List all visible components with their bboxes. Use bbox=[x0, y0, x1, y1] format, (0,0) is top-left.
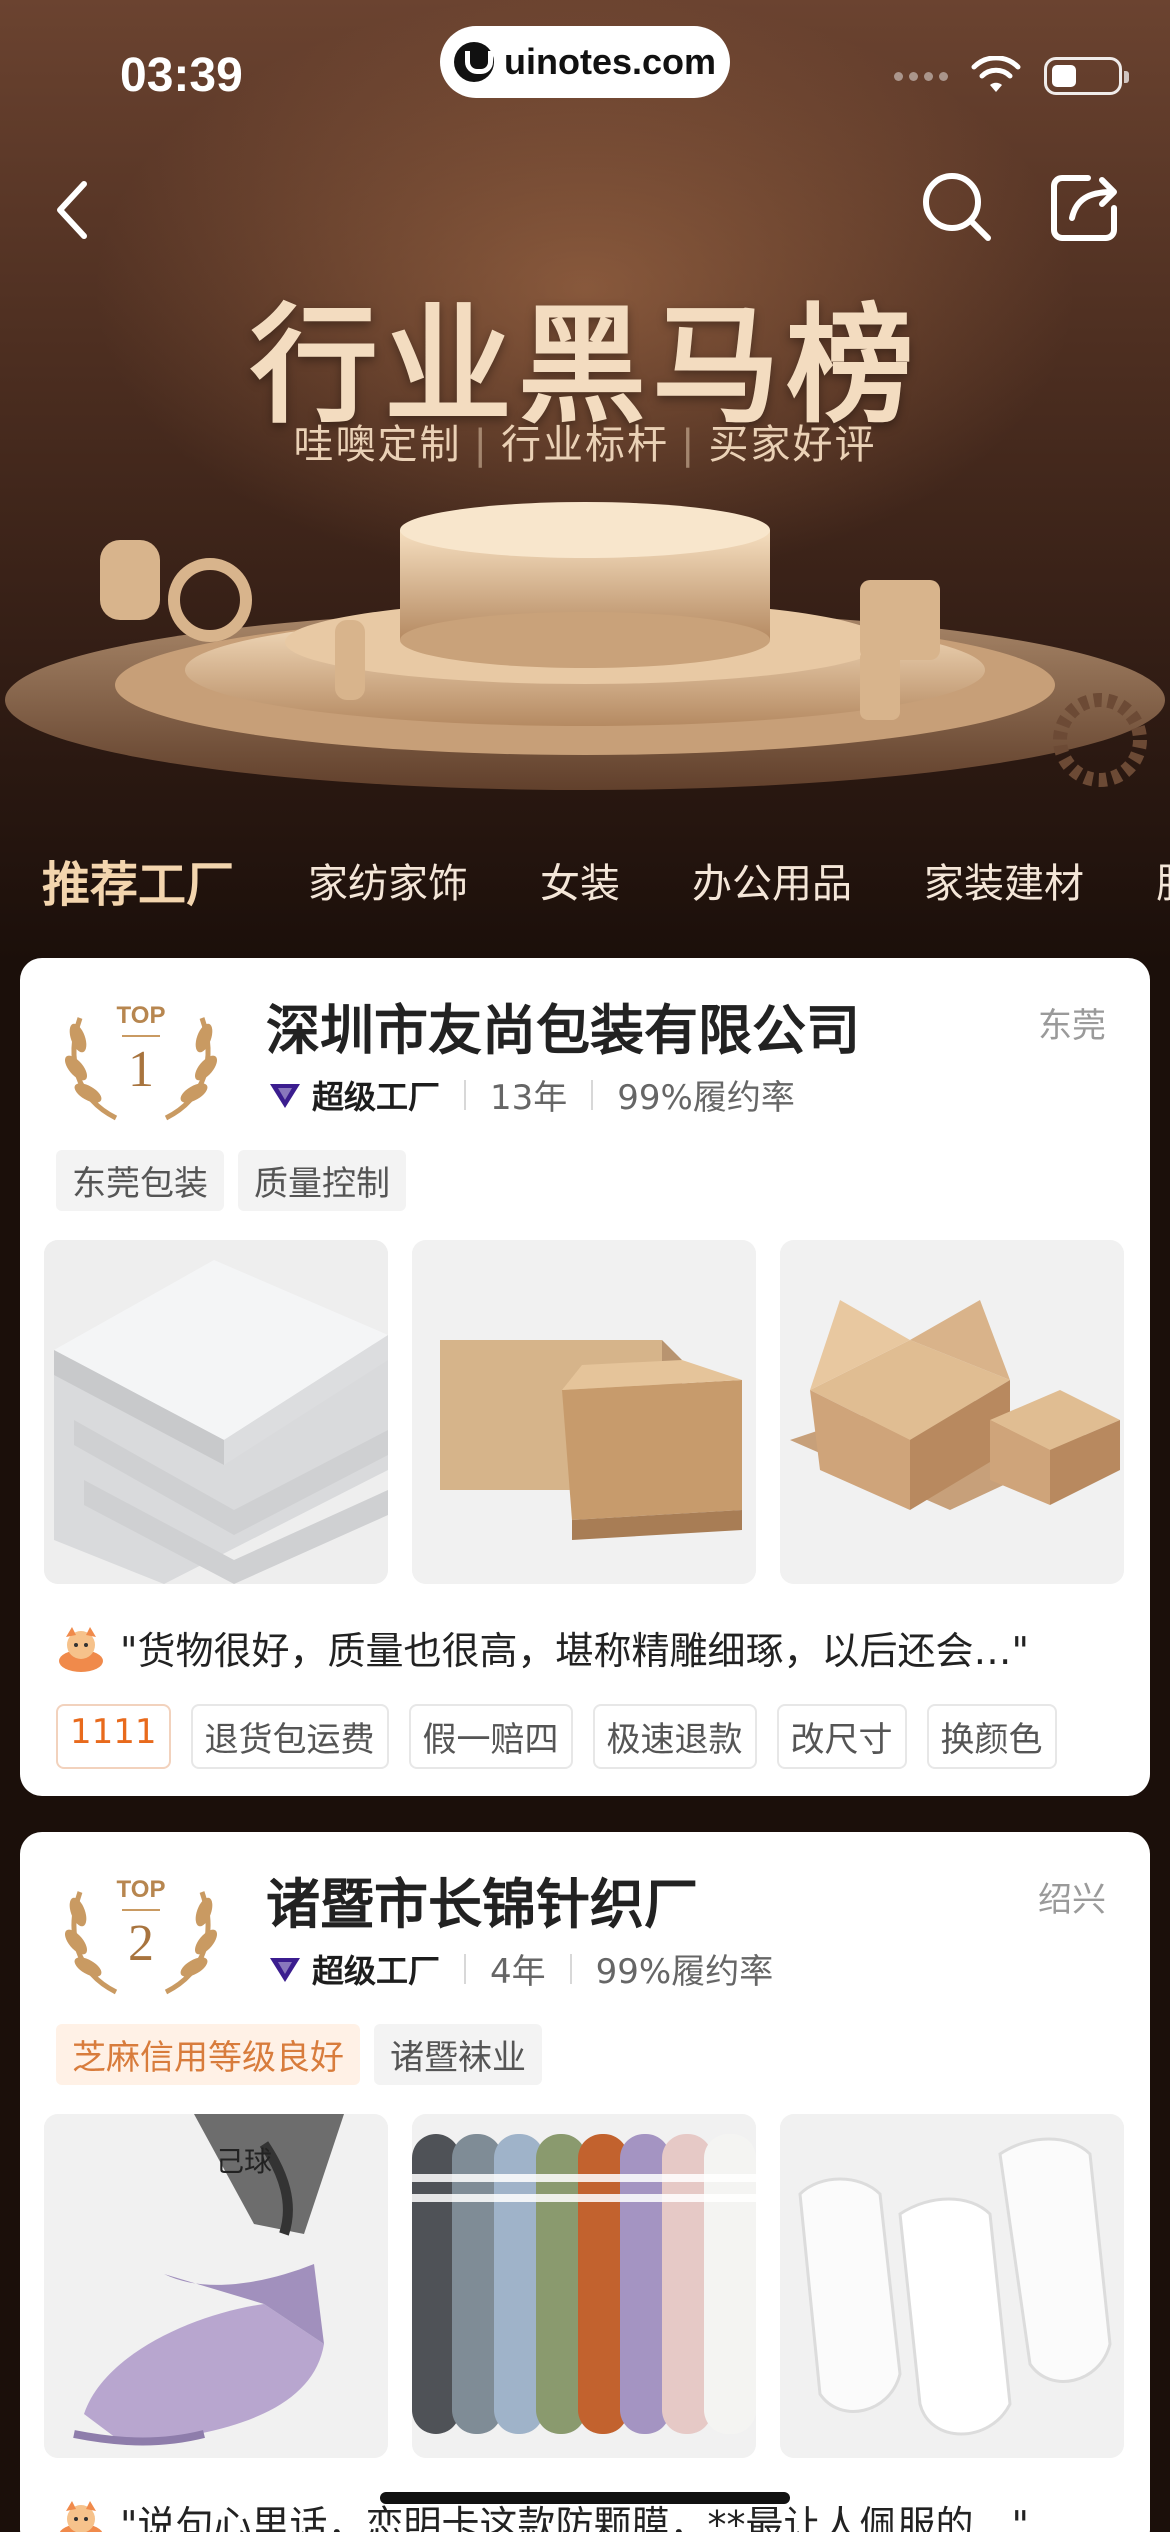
watermark-text: uinotes.com bbox=[503, 41, 717, 82]
battery-icon bbox=[1044, 57, 1129, 95]
category-tabs: 推荐工厂 家纺家饰 女装 办公用品 家装建材 肥 bbox=[0, 820, 1170, 940]
service-tag: 极速退款 bbox=[592, 1704, 757, 1769]
company-meta: 超级工厂 4年 99%履约率 bbox=[266, 1944, 773, 1993]
rank-top-label: TOP bbox=[116, 1876, 166, 1903]
status-time: 03:39 bbox=[120, 49, 243, 102]
super-factory-label: 超级工厂 bbox=[312, 1951, 441, 1990]
hero-subtitle: 哇噢定制 | 行业标杆 | 买家好评 bbox=[293, 422, 877, 468]
service-tag: 1111 bbox=[56, 1704, 171, 1769]
service-tag: 换颜色 bbox=[926, 1704, 1057, 1769]
watermark-logo-icon bbox=[453, 42, 494, 82]
divider bbox=[591, 1079, 594, 1110]
super-factory-label: 超级工厂 bbox=[312, 1077, 441, 1116]
company-tags: 芝麻信用等级良好 诸暨袜业 bbox=[56, 2024, 542, 2085]
tab-recommended-factory[interactable]: 推荐工厂 bbox=[42, 845, 234, 915]
company-years: 13年 bbox=[490, 1078, 568, 1118]
factory-card[interactable]: TOP 2 诸暨市长锦针织厂 绍兴 超级工厂 4年 99%履约率 芝麻信用等级良… bbox=[20, 1832, 1150, 2532]
company-tag: 质量控制 bbox=[238, 1150, 406, 1211]
hero-subtitle-item: 哇噢定制 bbox=[293, 422, 462, 468]
status-indicators bbox=[894, 56, 1129, 96]
share-icon[interactable] bbox=[1048, 168, 1124, 244]
company-years: 4年 bbox=[490, 1952, 546, 1992]
service-tag: 改尺寸 bbox=[776, 1704, 907, 1769]
tab-office-supplies[interactable]: 办公用品 bbox=[692, 851, 852, 909]
tab-home-textiles[interactable]: 家纺家饰 bbox=[308, 851, 468, 909]
reviewer-avatar-icon bbox=[59, 1626, 103, 1672]
back-icon[interactable] bbox=[44, 170, 104, 250]
rank-badge: TOP 2 bbox=[56, 1862, 226, 2002]
watermark-badge: uinotes.com bbox=[440, 26, 730, 98]
reviewer-avatar-icon bbox=[59, 2500, 103, 2532]
company-tags: 东莞包装 质量控制 bbox=[56, 1150, 406, 1211]
home-indicator[interactable] bbox=[380, 2492, 790, 2504]
rank-badge: TOP 1 bbox=[56, 988, 226, 1128]
factory-card[interactable]: TOP 1 深圳市友尚包装有限公司 东莞 超级工厂 13年 99%履约率 东莞包… bbox=[20, 958, 1150, 1796]
company-city: 绍兴 bbox=[1038, 1880, 1106, 1920]
hero-banner: 03:39 uinotes.com 行业黑马榜 哇噢定制 | 行业标杆 | 买家好评 bbox=[0, 0, 1170, 960]
service-tag: 假一赔四 bbox=[408, 1704, 573, 1769]
product-image-white-lace-socks[interactable] bbox=[780, 2114, 1124, 2458]
super-factory-icon bbox=[270, 1957, 300, 1982]
wifi-icon bbox=[971, 56, 1021, 92]
product-image-kraft-boxes[interactable] bbox=[412, 1240, 756, 1584]
hero-subtitle-item: 行业标杆 bbox=[501, 422, 669, 468]
company-tag: 东莞包装 bbox=[56, 1150, 224, 1211]
product-photos bbox=[44, 1240, 1124, 1584]
search-icon[interactable] bbox=[918, 168, 994, 244]
service-tags: 1111 退货包运费 假一赔四 极速退款 改尺寸 换颜色 bbox=[56, 1704, 1057, 1769]
signal-dots-icon bbox=[894, 71, 948, 81]
buyer-review[interactable]: "货物很好，质量也很高，堪称精雕细琢，以后还会…" bbox=[56, 1620, 1029, 1675]
rank-number: 1 bbox=[128, 1041, 154, 1098]
company-meta: 超级工厂 13年 99%履约率 bbox=[266, 1070, 795, 1119]
tab-home-building[interactable]: 家装建材 bbox=[924, 851, 1084, 909]
tab-womens-clothing[interactable]: 女装 bbox=[540, 851, 620, 909]
product-image-yoga-socks[interactable]: 己球 bbox=[44, 2114, 388, 2458]
fulfillment-rate: 99%履约率 bbox=[595, 1952, 774, 1992]
divider bbox=[569, 1953, 572, 1984]
product-image-striped-socks[interactable] bbox=[412, 2114, 756, 2458]
hero-subtitle-item: 买家好评 bbox=[708, 422, 877, 468]
product-image-white-boxes[interactable] bbox=[44, 1240, 388, 1584]
podium-illustration bbox=[5, 502, 1165, 790]
company-name[interactable]: 深圳市友尚包装有限公司 bbox=[266, 986, 860, 1065]
photo-overlay-text: 己球 bbox=[216, 2145, 273, 2178]
company-city: 东莞 bbox=[1038, 1006, 1106, 1046]
divider bbox=[464, 1953, 467, 1984]
review-text: "货物很好，质量也很高，堪称精雕细琢，以后还会…" bbox=[120, 1629, 1029, 1673]
service-tag: 退货包运费 bbox=[190, 1704, 389, 1769]
product-image-shipping-boxes[interactable] bbox=[780, 1240, 1124, 1584]
product-photos: 己球 bbox=[44, 2114, 1124, 2458]
super-factory-icon bbox=[270, 1083, 300, 1108]
rank-top-label: TOP bbox=[116, 1002, 166, 1029]
company-tag: 诸暨袜业 bbox=[374, 2024, 542, 2085]
company-name[interactable]: 诸暨市长锦针织厂 bbox=[266, 1860, 698, 1939]
tab-more[interactable]: 肥 bbox=[1156, 851, 1170, 909]
fulfillment-rate: 99%履约率 bbox=[617, 1078, 795, 1118]
rank-number: 2 bbox=[128, 1915, 154, 1972]
divider bbox=[464, 1079, 467, 1110]
credit-tag: 芝麻信用等级良好 bbox=[56, 2024, 360, 2085]
